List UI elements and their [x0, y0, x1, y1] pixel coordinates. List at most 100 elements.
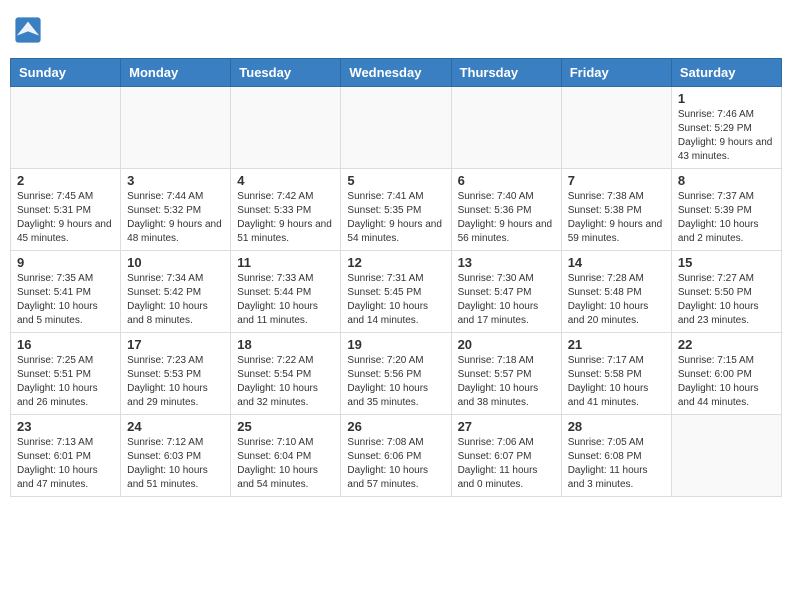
calendar-cell: 27 Sunrise: 7:06 AM Sunset: 6:07 PM Dayli… [451, 415, 561, 497]
day-info: Sunrise: 7:31 AM Sunset: 5:45 PM Dayligh… [347, 272, 444, 328]
calendar-cell: 24 Sunrise: 7:12 AM Sunset: 6:03 PM Dayli… [121, 415, 231, 497]
day-number: 11 [237, 255, 334, 270]
day-info: Sunrise: 7:44 AM Sunset: 5:32 PM Dayligh… [127, 190, 224, 246]
calendar-cell: 14 Sunrise: 7:28 AM Sunset: 5:48 PM Dayli… [561, 251, 671, 333]
calendar-cell: 19 Sunrise: 7:20 AM Sunset: 5:56 PM Dayli… [341, 333, 451, 415]
logo-icon [14, 16, 42, 44]
calendar-cell: 10 Sunrise: 7:34 AM Sunset: 5:42 PM Dayli… [121, 251, 231, 333]
day-number: 5 [347, 173, 444, 188]
header [10, 10, 782, 50]
day-info: Sunrise: 7:23 AM Sunset: 5:53 PM Dayligh… [127, 354, 224, 410]
day-info: Sunrise: 7:40 AM Sunset: 5:36 PM Dayligh… [458, 190, 555, 246]
day-number: 9 [17, 255, 114, 270]
week-row-3: 9 Sunrise: 7:35 AM Sunset: 5:41 PM Daylig… [11, 251, 782, 333]
day-number: 3 [127, 173, 224, 188]
calendar-cell [341, 87, 451, 169]
calendar-cell: 6 Sunrise: 7:40 AM Sunset: 5:36 PM Daylig… [451, 169, 561, 251]
day-info: Sunrise: 7:28 AM Sunset: 5:48 PM Dayligh… [568, 272, 665, 328]
calendar-cell: 25 Sunrise: 7:10 AM Sunset: 6:04 PM Dayli… [231, 415, 341, 497]
day-number: 21 [568, 337, 665, 352]
calendar-table: SundayMondayTuesdayWednesdayThursdayFrid… [10, 58, 782, 497]
calendar-cell: 26Sunrise: 7:08 AM Sunset: 6:06 PM Dayli… [341, 415, 451, 497]
day-number: 17 [127, 337, 224, 352]
weekday-header-friday: Friday [561, 59, 671, 87]
day-info: Sunrise: 7:10 AM Sunset: 6:04 PM Dayligh… [237, 436, 334, 492]
calendar-cell: 11 Sunrise: 7:33 AM Sunset: 5:44 PM Dayli… [231, 251, 341, 333]
day-number: 25 [237, 419, 334, 434]
day-number: 26 [347, 419, 444, 434]
calendar-cell: 18 Sunrise: 7:22 AM Sunset: 5:54 PM Dayli… [231, 333, 341, 415]
day-info: Sunrise: 7:38 AM Sunset: 5:38 PM Dayligh… [568, 190, 665, 246]
weekday-header-thursday: Thursday [451, 59, 561, 87]
day-info: Sunrise: 7:18 AM Sunset: 5:57 PM Dayligh… [458, 354, 555, 410]
day-number: 23 [17, 419, 114, 434]
day-number: 14 [568, 255, 665, 270]
weekday-header-wednesday: Wednesday [341, 59, 451, 87]
day-info: Sunrise: 7:17 AM Sunset: 5:58 PM Dayligh… [568, 354, 665, 410]
calendar-cell [671, 415, 781, 497]
calendar-cell [561, 87, 671, 169]
week-row-4: 16Sunrise: 7:25 AM Sunset: 5:51 PM Dayli… [11, 333, 782, 415]
weekday-header-tuesday: Tuesday [231, 59, 341, 87]
day-number: 4 [237, 173, 334, 188]
day-info: Sunrise: 7:37 AM Sunset: 5:39 PM Dayligh… [678, 190, 775, 246]
day-number: 6 [458, 173, 555, 188]
day-number: 18 [237, 337, 334, 352]
calendar-cell: 28 Sunrise: 7:05 AM Sunset: 6:08 PM Dayli… [561, 415, 671, 497]
day-info: Sunrise: 7:35 AM Sunset: 5:41 PM Dayligh… [17, 272, 114, 328]
weekday-header-row: SundayMondayTuesdayWednesdayThursdayFrid… [11, 59, 782, 87]
day-number: 8 [678, 173, 775, 188]
calendar-cell: 5Sunrise: 7:41 AM Sunset: 5:35 PM Daylig… [341, 169, 451, 251]
day-info: Sunrise: 7:15 AM Sunset: 6:00 PM Dayligh… [678, 354, 775, 410]
calendar-cell: 21 Sunrise: 7:17 AM Sunset: 5:58 PM Dayli… [561, 333, 671, 415]
day-info: Sunrise: 7:06 AM Sunset: 6:07 PM Dayligh… [458, 436, 555, 492]
week-row-1: 1 Sunrise: 7:46 AM Sunset: 5:29 PM Daylig… [11, 87, 782, 169]
calendar-cell: 12Sunrise: 7:31 AM Sunset: 5:45 PM Dayli… [341, 251, 451, 333]
weekday-header-saturday: Saturday [671, 59, 781, 87]
calendar-cell: 20 Sunrise: 7:18 AM Sunset: 5:57 PM Dayli… [451, 333, 561, 415]
day-info: Sunrise: 7:12 AM Sunset: 6:03 PM Dayligh… [127, 436, 224, 492]
day-number: 10 [127, 255, 224, 270]
calendar-cell: 23 Sunrise: 7:13 AM Sunset: 6:01 PM Dayli… [11, 415, 121, 497]
day-number: 22 [678, 337, 775, 352]
calendar-cell: 1 Sunrise: 7:46 AM Sunset: 5:29 PM Daylig… [671, 87, 781, 169]
day-info: Sunrise: 7:45 AM Sunset: 5:31 PM Dayligh… [17, 190, 114, 246]
calendar-cell [231, 87, 341, 169]
day-number: 20 [458, 337, 555, 352]
calendar-cell [451, 87, 561, 169]
calendar-cell: 2 Sunrise: 7:45 AM Sunset: 5:31 PM Daylig… [11, 169, 121, 251]
calendar-cell [121, 87, 231, 169]
day-number: 1 [678, 91, 775, 106]
day-number: 28 [568, 419, 665, 434]
week-row-5: 23 Sunrise: 7:13 AM Sunset: 6:01 PM Dayli… [11, 415, 782, 497]
calendar-cell: 13Sunrise: 7:30 AM Sunset: 5:47 PM Dayli… [451, 251, 561, 333]
weekday-header-monday: Monday [121, 59, 231, 87]
day-number: 7 [568, 173, 665, 188]
day-number: 15 [678, 255, 775, 270]
day-number: 2 [17, 173, 114, 188]
calendar-cell: 17 Sunrise: 7:23 AM Sunset: 5:53 PM Dayli… [121, 333, 231, 415]
calendar-cell: 8 Sunrise: 7:37 AM Sunset: 5:39 PM Daylig… [671, 169, 781, 251]
calendar-cell: 16Sunrise: 7:25 AM Sunset: 5:51 PM Dayli… [11, 333, 121, 415]
calendar-cell: 15 Sunrise: 7:27 AM Sunset: 5:50 PM Dayli… [671, 251, 781, 333]
day-number: 24 [127, 419, 224, 434]
calendar-cell: 7 Sunrise: 7:38 AM Sunset: 5:38 PM Daylig… [561, 169, 671, 251]
day-info: Sunrise: 7:34 AM Sunset: 5:42 PM Dayligh… [127, 272, 224, 328]
day-info: Sunrise: 7:30 AM Sunset: 5:47 PM Dayligh… [458, 272, 555, 328]
weekday-header-sunday: Sunday [11, 59, 121, 87]
day-info: Sunrise: 7:46 AM Sunset: 5:29 PM Dayligh… [678, 108, 775, 164]
calendar-cell: 22 Sunrise: 7:15 AM Sunset: 6:00 PM Dayli… [671, 333, 781, 415]
day-number: 19 [347, 337, 444, 352]
day-number: 16 [17, 337, 114, 352]
calendar-cell: 3 Sunrise: 7:44 AM Sunset: 5:32 PM Daylig… [121, 169, 231, 251]
day-number: 27 [458, 419, 555, 434]
day-info: Sunrise: 7:20 AM Sunset: 5:56 PM Dayligh… [347, 354, 444, 410]
day-info: Sunrise: 7:27 AM Sunset: 5:50 PM Dayligh… [678, 272, 775, 328]
day-info: Sunrise: 7:42 AM Sunset: 5:33 PM Dayligh… [237, 190, 334, 246]
calendar-cell: 4 Sunrise: 7:42 AM Sunset: 5:33 PM Daylig… [231, 169, 341, 251]
logo [14, 16, 44, 44]
day-info: Sunrise: 7:13 AM Sunset: 6:01 PM Dayligh… [17, 436, 114, 492]
day-info: Sunrise: 7:05 AM Sunset: 6:08 PM Dayligh… [568, 436, 665, 492]
day-info: Sunrise: 7:33 AM Sunset: 5:44 PM Dayligh… [237, 272, 334, 328]
day-info: Sunrise: 7:22 AM Sunset: 5:54 PM Dayligh… [237, 354, 334, 410]
